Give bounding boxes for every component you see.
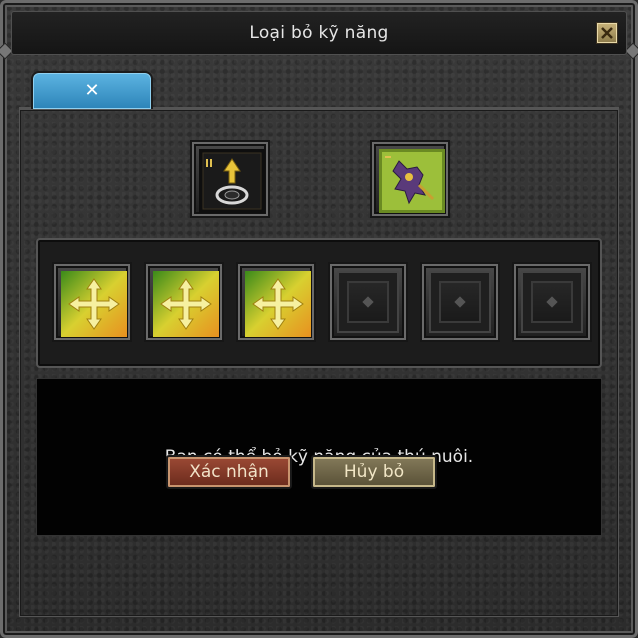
skill-slot-1[interactable] bbox=[52, 262, 132, 342]
skill-slot-3[interactable] bbox=[236, 262, 316, 342]
close-icon bbox=[601, 27, 613, 39]
tab-bar: ✕ bbox=[19, 65, 619, 109]
pet-creature-icon bbox=[379, 149, 445, 213]
pet-slot-2[interactable] bbox=[370, 140, 450, 218]
skill-tray bbox=[36, 238, 602, 368]
skill-slot-6[interactable] bbox=[512, 262, 592, 342]
empty-slot-icon bbox=[521, 271, 583, 333]
skill-arrows-icon bbox=[245, 271, 311, 337]
skill-slot-4[interactable] bbox=[328, 262, 408, 342]
pet-slot-1[interactable] bbox=[190, 140, 270, 218]
empty-slot-icon bbox=[429, 271, 491, 333]
tab-label: ✕ bbox=[84, 80, 100, 101]
skill-arrows-icon bbox=[153, 271, 219, 337]
window-title: Loại bỏ kỹ năng bbox=[249, 23, 389, 43]
remove-skill-window: Loại bỏ kỹ năng ✕ kỹ nuôi. Xác nhận Hủy … bbox=[0, 0, 638, 638]
skill-arrows-icon bbox=[61, 271, 127, 337]
skill-slot-5[interactable] bbox=[420, 262, 500, 342]
tab-remove[interactable]: ✕ bbox=[31, 71, 153, 109]
content-panel: Bạn có thể bỏ kỹ năng của thú nuôi. bbox=[19, 109, 619, 617]
title-bar: Loại bỏ kỹ năng bbox=[11, 11, 627, 55]
pet-summon-icon bbox=[199, 149, 265, 213]
empty-slot-icon bbox=[337, 271, 399, 333]
close-button[interactable] bbox=[596, 22, 618, 44]
skill-slot-2[interactable] bbox=[144, 262, 224, 342]
cancel-button[interactable]: Hủy bỏ bbox=[311, 455, 437, 489]
confirm-button[interactable]: Xác nhận bbox=[166, 455, 292, 489]
